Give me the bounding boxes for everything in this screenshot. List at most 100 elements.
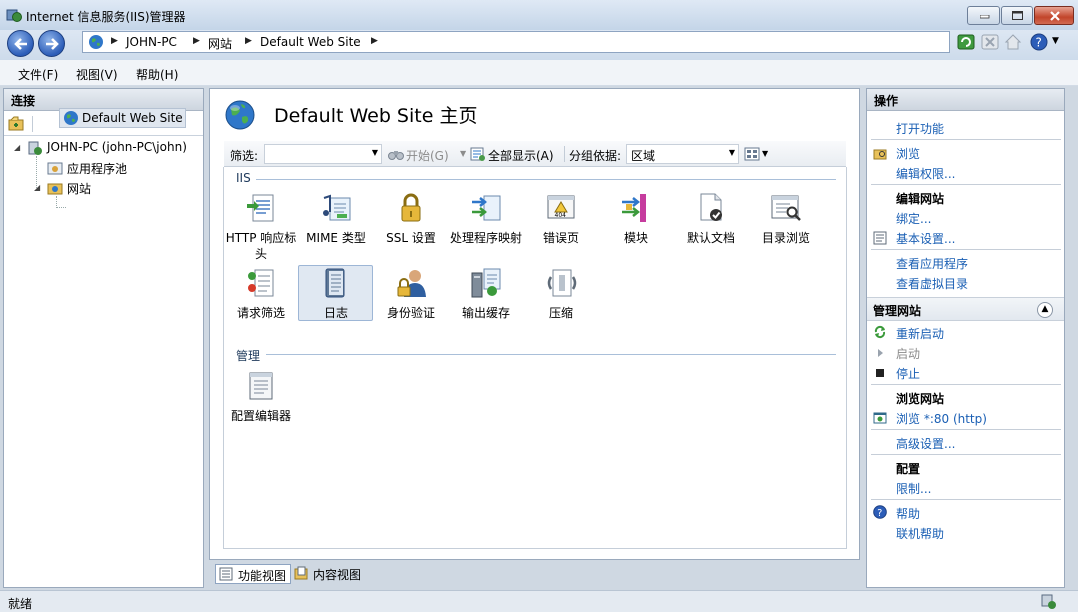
features-view-icon [219, 567, 233, 581]
help-dropdown-icon[interactable]: ▼ [1052, 36, 1059, 46]
address-bar[interactable]: ▶ JOHN-PC ▶ 网站 ▶ Default Web Site ▶ [82, 31, 950, 53]
collapse-chevron-up-icon[interactable]: ▲ [1037, 302, 1053, 318]
action-group-edit-site: 编辑网站 [896, 192, 945, 206]
feature-error-pages[interactable]: 404 错误页 [524, 192, 598, 262]
back-button[interactable] [7, 30, 34, 57]
refresh-icon[interactable] [957, 33, 975, 51]
minimize-button[interactable] [967, 6, 1000, 25]
tree-expand-icon[interactable]: ◢ [34, 183, 40, 192]
title-bar: Internet 信息服务(IIS)管理器 [0, 0, 1078, 30]
tree-item-site[interactable]: Default Web Site [59, 108, 186, 128]
svg-text:404: 404 [555, 212, 567, 219]
action-restart[interactable]: 重新启动 [896, 325, 944, 342]
status-bar: 就绪 [0, 590, 1078, 612]
action-start[interactable]: 启动 [896, 345, 920, 362]
sites-folder-icon [47, 183, 63, 195]
feature-output-caching[interactable]: 输出缓存 [449, 267, 523, 323]
globe-icon [89, 35, 103, 49]
feature-logging[interactable]: 日志 [299, 267, 373, 323]
close-icon [1050, 11, 1060, 21]
feature-label: 压缩 [548, 306, 573, 320]
home-icon[interactable] [1004, 33, 1022, 51]
tree-item-site-label: Default Web Site [82, 111, 183, 125]
close-button[interactable] [1034, 6, 1074, 25]
back-arrow-icon [14, 38, 27, 50]
action-separator [871, 384, 1061, 385]
feature-request-filtering[interactable]: 请求筛选 [224, 267, 298, 323]
feature-label: MIME 类型 [306, 231, 366, 245]
feature-directory-browsing[interactable]: 目录浏览 [749, 192, 823, 262]
view-mode-dropdown-icon[interactable]: ▼ [762, 149, 768, 158]
help-icon: ? [873, 505, 887, 519]
action-online-help[interactable]: 联机帮助 [896, 525, 944, 542]
tree-item-server[interactable]: JOHN-PC (john-PC\john) [47, 140, 187, 154]
feature-compression[interactable]: 压缩 [524, 267, 598, 323]
feature-label: 模块 [623, 231, 648, 245]
modules-icon [622, 194, 646, 222]
maximize-icon [1012, 11, 1023, 20]
help-icon[interactable]: ? [1030, 33, 1048, 51]
chevron-down-icon: ▼ [371, 148, 378, 157]
tab-features-view[interactable]: 功能视图 [215, 564, 292, 584]
feature-configuration-editor[interactable]: 配置编辑器 [224, 370, 298, 426]
go-button[interactable]: 开始(G) [406, 147, 449, 164]
action-open-feature[interactable]: 打开功能 [896, 120, 944, 137]
feature-modules[interactable]: 模块 [599, 192, 673, 262]
features-panel: Default Web Site 主页 筛选: ▼ 开始(G) ▼ 全部显示(A… [209, 88, 860, 560]
breadcrumb-item-site[interactable]: Default Web Site [260, 35, 361, 49]
action-view-virtual-directories[interactable]: 查看虚拟目录 [896, 275, 968, 292]
tab-content-label: 内容视图 [313, 568, 362, 582]
group-by-select[interactable]: 区域 ▼ [626, 144, 739, 164]
breadcrumb-separator-icon[interactable]: ▶ [371, 36, 378, 46]
window-title: Internet 信息服务(IIS)管理器 [26, 10, 186, 24]
feature-authentication[interactable]: 身份验证 [374, 267, 448, 323]
action-group-browse-site: 浏览网站 [896, 392, 945, 406]
breadcrumb-separator-icon[interactable]: ▶ [245, 36, 252, 46]
binoculars-icon [388, 151, 404, 160]
tree-item-app-pools[interactable]: 应用程序池 [67, 160, 127, 177]
menu-view[interactable]: 视图(V) [76, 66, 118, 83]
tab-content-view[interactable]: 内容视图 [293, 564, 365, 584]
action-view-applications[interactable]: 查看应用程序 [896, 255, 968, 272]
content-view-icon [294, 566, 308, 580]
feature-label: SSL 设置 [386, 231, 436, 245]
action-browse-http-80[interactable]: 浏览 *:80 (http) [896, 410, 987, 427]
breadcrumb-separator-icon[interactable]: ▶ [193, 36, 200, 46]
tree-line [56, 207, 66, 208]
action-help[interactable]: 帮助 [896, 505, 920, 522]
stop-icon[interactable] [981, 33, 999, 51]
filter-input[interactable]: ▼ [264, 144, 382, 164]
view-mode-icon[interactable] [744, 146, 760, 162]
logging-icon [325, 268, 345, 298]
compression-icon [547, 269, 577, 297]
tree-expand-icon[interactable]: ◢ [14, 143, 20, 152]
breadcrumb-item-sites[interactable]: 网站 [208, 35, 232, 52]
action-bindings[interactable]: 绑定... [896, 210, 931, 227]
feature-handler-mappings[interactable]: 处理程序映射 [449, 192, 523, 262]
forward-arrow-icon [46, 38, 59, 50]
feature-ssl-settings[interactable]: SSL 设置 [374, 192, 448, 262]
tree-item-sites[interactable]: 网站 [67, 180, 91, 197]
action-stop[interactable]: 停止 [896, 365, 920, 382]
manage-site-group: 管理网站 ▲ [867, 297, 1064, 321]
action-edit-permissions[interactable]: 编辑权限... [896, 165, 955, 182]
feature-http-response-headers[interactable]: HTTP 响应标头 [224, 192, 298, 262]
menu-file[interactable]: 文件(F) [18, 66, 58, 83]
maximize-button[interactable] [1001, 6, 1033, 25]
action-limits[interactable]: 限制... [896, 480, 931, 497]
feature-mime-types[interactable]: MIME 类型 [299, 192, 373, 262]
forward-button[interactable] [38, 30, 65, 57]
feature-default-document[interactable]: 默认文档 [674, 192, 748, 262]
breadcrumb-separator-icon[interactable]: ▶ [111, 36, 118, 46]
menu-help[interactable]: 帮助(H) [136, 66, 178, 83]
show-all-button[interactable]: 全部显示(A) [488, 147, 554, 164]
minimize-icon [980, 15, 990, 19]
go-dropdown-icon[interactable]: ▼ [460, 149, 466, 158]
action-advanced-settings[interactable]: 高级设置... [896, 435, 955, 452]
action-group-manage-site: 管理网站 [873, 304, 922, 318]
action-explore[interactable]: 浏览 [896, 145, 920, 162]
breadcrumb-item-server[interactable]: JOHN-PC [126, 35, 177, 49]
section-divider [266, 354, 836, 355]
action-basic-settings[interactable]: 基本设置... [896, 230, 955, 247]
create-connection-icon[interactable] [8, 116, 24, 132]
